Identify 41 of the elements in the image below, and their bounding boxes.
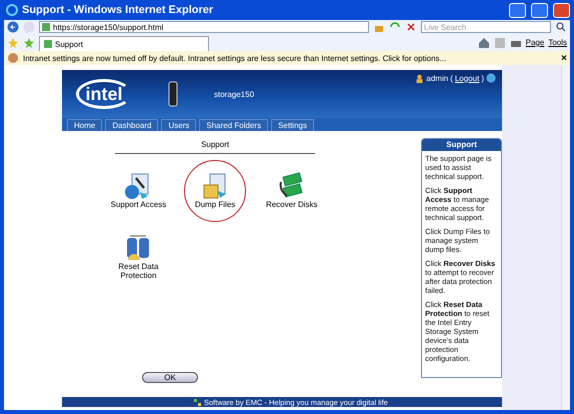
device-name: storage150 [214, 90, 254, 98]
home-icon [478, 36, 490, 48]
support-option[interactable]: Dump Files [182, 160, 248, 222]
window-title: Support - Windows Internet Explorer [22, 4, 214, 16]
command-menu[interactable]: Page [526, 38, 544, 47]
user-icon [415, 74, 424, 82]
maximize-button[interactable] [531, 2, 548, 18]
nav-tab[interactable]: Settings [271, 119, 314, 131]
forward-icon [23, 21, 35, 33]
logout-link[interactable]: Logout [454, 74, 480, 82]
help-title: Support [422, 139, 501, 151]
back-icon [7, 21, 19, 33]
close-button[interactable]: × [561, 52, 567, 64]
close-button[interactable] [553, 2, 570, 18]
nav-tab[interactable]: Dashboard [105, 119, 158, 131]
browser-tab[interactable]: Support [39, 36, 209, 51]
star-icon [7, 36, 19, 48]
address-field[interactable]: https://storage150/support.html [39, 21, 369, 33]
page-icon [42, 23, 50, 31]
minimize-button[interactable] [509, 2, 526, 18]
bracket-text: ) [481, 74, 484, 82]
stop-icon [405, 21, 417, 33]
add-favorite-icon [23, 36, 35, 48]
scrollbar[interactable] [561, 65, 570, 410]
command-menu[interactable]: Tools [548, 38, 567, 47]
support-option[interactable]: Recover Disks [258, 160, 325, 222]
nav-tab[interactable]: Shared Folders [199, 119, 268, 131]
storage-device-icon [168, 81, 178, 107]
user-name: admin [426, 74, 448, 82]
bracket-text: ( [450, 74, 453, 82]
search-field[interactable]: Live Search [421, 21, 551, 33]
section-heading: Support [201, 139, 230, 151]
nav-tab[interactable]: Users [161, 119, 196, 131]
info-bar-message[interactable]: Intranet settings are now turned off by default. Intranet settings are less secure than Internet settings. Click for options... [23, 54, 558, 62]
support-option[interactable]: Support Access [105, 160, 172, 222]
page-icon [44, 40, 52, 48]
grid-logo-icon [194, 398, 201, 406]
support-option[interactable]: Reset Data Protection [105, 222, 172, 284]
nav-tab[interactable]: Home [67, 119, 102, 131]
search-icon [555, 21, 567, 33]
ok-button[interactable]: OK [142, 372, 198, 383]
